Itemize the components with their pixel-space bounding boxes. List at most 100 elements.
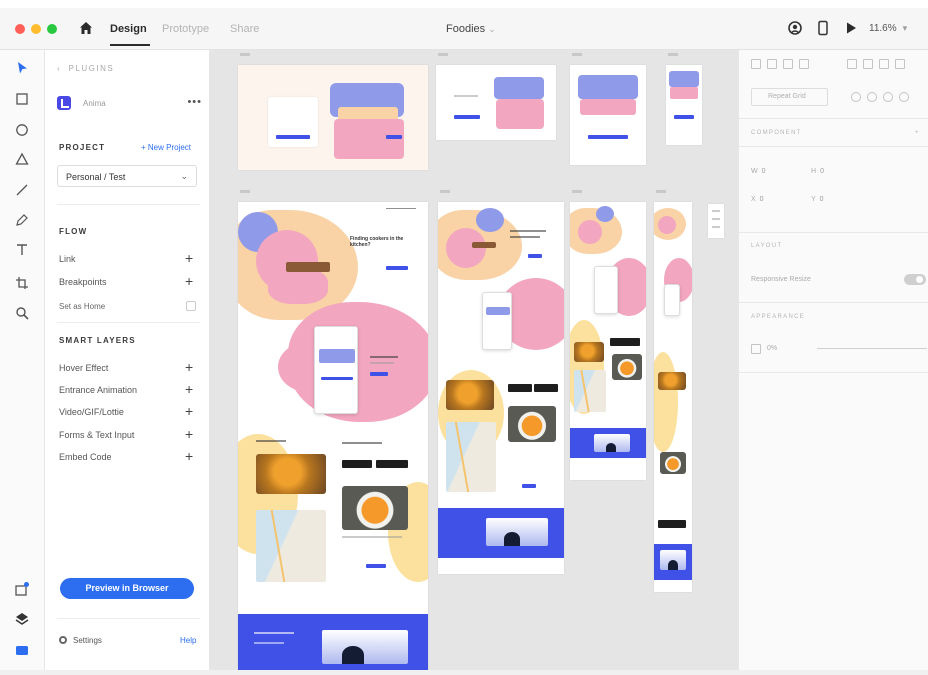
- opacity-slider[interactable]: [817, 348, 927, 349]
- breadcrumb[interactable]: ‹ PLUGINS: [57, 64, 114, 73]
- pen-icon[interactable]: [14, 212, 30, 228]
- project-select[interactable]: Personal / Test ⌄: [57, 165, 197, 187]
- device-icon[interactable]: [815, 20, 831, 36]
- home-icon[interactable]: [78, 20, 94, 36]
- settings-link[interactable]: Settings: [59, 636, 102, 645]
- responsive-resize-toggle[interactable]: [904, 274, 926, 285]
- smart-layer-video-gif-lottie[interactable]: Video/GIF/Lottie: [59, 407, 124, 417]
- artboard-home-tablet[interactable]: [438, 202, 564, 574]
- line-icon[interactable]: [14, 182, 30, 198]
- rectangle-icon[interactable]: [14, 91, 30, 107]
- smart-layers-heading: SMART LAYERS: [59, 336, 136, 345]
- smart-layer-embed-code[interactable]: Embed Code: [59, 452, 112, 462]
- add-video-icon[interactable]: +: [185, 404, 193, 418]
- bottom-edge: [0, 670, 928, 675]
- y-field[interactable]: Y0: [811, 196, 824, 203]
- divider: [57, 204, 200, 205]
- phone-header: [319, 349, 355, 363]
- align-center-icon[interactable]: [767, 59, 777, 69]
- artboard-home-mobile-large[interactable]: [570, 202, 646, 480]
- zoom-level[interactable]: 11.6% ▾: [869, 23, 907, 34]
- align-bottom-icon[interactable]: [863, 59, 873, 69]
- text-icon[interactable]: [14, 242, 30, 258]
- text-line: [712, 218, 720, 220]
- triangle-icon[interactable]: [14, 151, 30, 167]
- add-forms-icon[interactable]: +: [185, 427, 193, 441]
- boolean-exclude-icon[interactable]: [899, 92, 909, 102]
- add-component-icon[interactable]: +: [915, 130, 920, 136]
- boolean-intersect-icon[interactable]: [883, 92, 893, 102]
- food-photo: [446, 380, 494, 410]
- login-card: [268, 97, 318, 147]
- artboard-home-desktop[interactable]: Finding cookers in the kitchen?: [238, 202, 428, 670]
- align-left-icon[interactable]: [751, 59, 761, 69]
- distribute-horizontal-icon[interactable]: [879, 59, 889, 69]
- ellipse-icon[interactable]: [14, 122, 30, 138]
- tab-prototype[interactable]: Prototype: [162, 23, 209, 35]
- artboard-home-mobile[interactable]: [654, 202, 692, 592]
- tab-design[interactable]: Design: [110, 23, 147, 35]
- align-right-icon[interactable]: [783, 59, 793, 69]
- assets-icon[interactable]: [14, 642, 30, 658]
- phone-cta: [321, 377, 353, 380]
- close-window-button[interactable]: [15, 24, 25, 34]
- artboard-login-mobile-large[interactable]: [570, 65, 646, 165]
- more-options-icon[interactable]: •••: [187, 96, 202, 108]
- boolean-add-icon[interactable]: [851, 92, 861, 102]
- height-field[interactable]: H0: [811, 168, 824, 175]
- select-icon[interactable]: [14, 60, 30, 76]
- zoom-window-button[interactable]: [47, 24, 57, 34]
- artboard-login-mobile[interactable]: [666, 65, 702, 145]
- hero-headline: Finding cookers in the kitchen?: [350, 236, 404, 248]
- help-link[interactable]: Help: [180, 636, 196, 645]
- phone-header: [486, 307, 510, 315]
- component-heading: COMPONENT: [751, 130, 802, 136]
- document-title[interactable]: Foodies ⌄: [446, 23, 496, 35]
- set-as-home-checkbox[interactable]: [186, 301, 196, 311]
- tab-share[interactable]: Share: [230, 23, 259, 35]
- design-canvas[interactable]: Finding cookers in the kitchen?: [210, 50, 738, 670]
- header-art: [494, 77, 544, 99]
- plugins-icon[interactable]: [14, 581, 30, 597]
- zoom-icon[interactable]: [14, 305, 30, 321]
- flow-item-breakpoints[interactable]: Breakpoints: [59, 277, 107, 287]
- add-link-icon[interactable]: +: [185, 251, 193, 265]
- width-value: 0: [761, 168, 766, 175]
- width-field[interactable]: W0: [751, 168, 766, 175]
- add-hover-effect-icon[interactable]: +: [185, 360, 193, 374]
- smart-layer-forms-text-input[interactable]: Forms & Text Input: [59, 430, 134, 440]
- preview-in-browser-button[interactable]: Preview in Browser: [60, 578, 194, 599]
- x-field[interactable]: X0: [751, 196, 764, 203]
- minimize-window-button[interactable]: [31, 24, 41, 34]
- anima-logo-icon: [57, 96, 71, 110]
- artboard-mini[interactable]: [708, 204, 724, 238]
- user-icon[interactable]: [787, 20, 803, 36]
- layers-icon[interactable]: [14, 611, 30, 627]
- header-art: [578, 75, 638, 99]
- artboard-icon[interactable]: [14, 275, 30, 291]
- new-project-link[interactable]: + New Project: [141, 143, 191, 152]
- flow-item-set-as-home[interactable]: Set as Home: [59, 302, 105, 311]
- plugin-panel: ‹ PLUGINS Anima ••• PROJECT + New Projec…: [45, 50, 210, 670]
- play-icon[interactable]: [843, 20, 859, 36]
- distribute-vertical-icon[interactable]: [895, 59, 905, 69]
- align-middle-icon[interactable]: [847, 59, 857, 69]
- opacity-value[interactable]: 0%: [767, 345, 777, 352]
- art-block: [580, 99, 636, 115]
- width-label: W: [751, 168, 758, 175]
- artboard-login-tablet[interactable]: [436, 65, 556, 140]
- footer-illustration: [594, 434, 630, 452]
- zoom-value: 11.6%: [869, 23, 897, 34]
- flow-item-link[interactable]: Link: [59, 254, 76, 264]
- repeat-grid-button[interactable]: Repeat Grid: [751, 88, 828, 106]
- repeat-grid-label: Repeat Grid: [768, 93, 806, 100]
- add-embed-code-icon[interactable]: +: [185, 449, 193, 463]
- artboard-login-desktop[interactable]: [238, 65, 428, 170]
- boolean-subtract-icon[interactable]: [867, 92, 877, 102]
- add-entrance-animation-icon[interactable]: +: [185, 382, 193, 396]
- smart-layer-hover-effect[interactable]: Hover Effect: [59, 363, 108, 373]
- align-top-icon[interactable]: [799, 59, 809, 69]
- text-line: [454, 95, 478, 97]
- add-breakpoint-icon[interactable]: +: [185, 274, 193, 288]
- smart-layer-entrance-animation[interactable]: Entrance Animation: [59, 385, 137, 395]
